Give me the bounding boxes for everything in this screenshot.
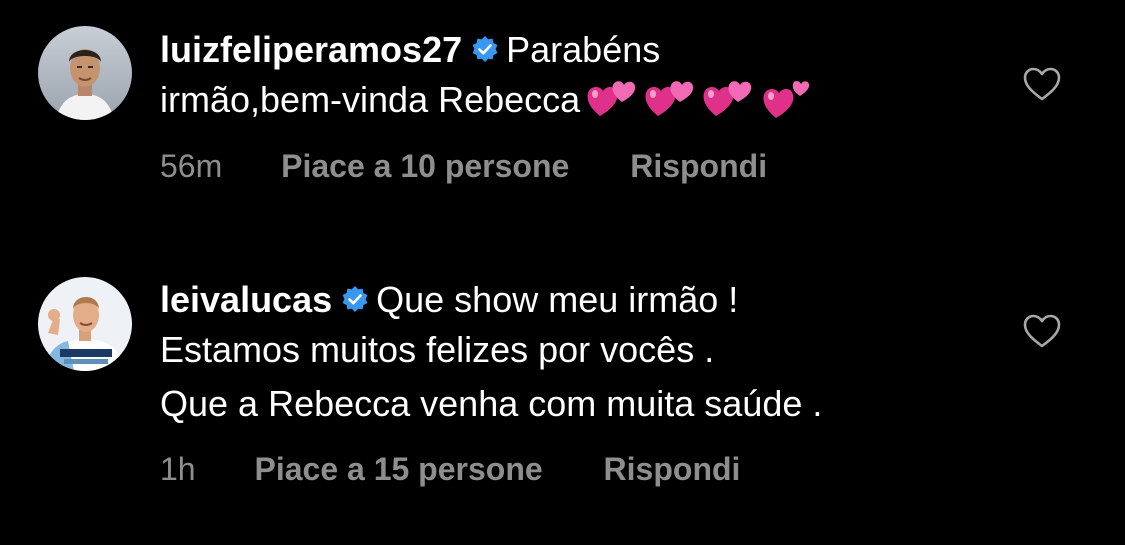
comment-meta: 56m Piace a 10 persone Rispondi xyxy=(160,148,767,185)
like-button[interactable] xyxy=(1022,66,1062,102)
verified-badge-icon xyxy=(470,28,500,62)
comment-meta: 1h Piace a 15 persone Rispondi xyxy=(160,451,740,488)
comment-text-line: Que a Rebecca venha com muita saúde . xyxy=(160,383,823,424)
comment-text-line: Parabéns xyxy=(506,29,661,70)
two-hearts-emoji xyxy=(644,76,698,120)
heart-outline-icon xyxy=(1023,67,1061,101)
two-hearts-emoji xyxy=(760,76,814,120)
heart-outline-icon xyxy=(1023,314,1061,348)
comment-likes-count[interactable]: Piace a 15 persone xyxy=(254,451,542,487)
comment-text-line: Estamos muitos felizes por vocês . xyxy=(160,329,715,370)
comment-timestamp: 56m xyxy=(160,148,223,184)
comment-likes-count[interactable]: Piace a 10 persone xyxy=(281,148,569,184)
comment-body: luizfeliperamos27 Parabéns irmão,bem-vind… xyxy=(160,25,975,133)
comment-username[interactable]: luizfeliperamos27 xyxy=(160,29,462,70)
two-hearts-emoji xyxy=(586,76,640,120)
heart-emoji-group xyxy=(586,76,818,133)
comment-text-line: irmão,bem-vinda Rebecca xyxy=(160,79,581,120)
two-hearts-emoji xyxy=(702,76,756,120)
avatar[interactable] xyxy=(38,277,132,371)
comment-text-line: Que show meu irmão ! xyxy=(376,279,739,320)
comment-body: leivalucas Que show meu irmão ! Estamos m… xyxy=(160,275,975,429)
comment-timestamp: 1h xyxy=(160,451,196,487)
reply-button[interactable]: Rispondi xyxy=(630,148,767,184)
avatar[interactable] xyxy=(38,26,132,120)
verified-badge-icon xyxy=(340,278,370,312)
comment-username[interactable]: leivalucas xyxy=(160,279,332,320)
like-button[interactable] xyxy=(1022,313,1062,349)
reply-button[interactable]: Rispondi xyxy=(604,451,741,487)
